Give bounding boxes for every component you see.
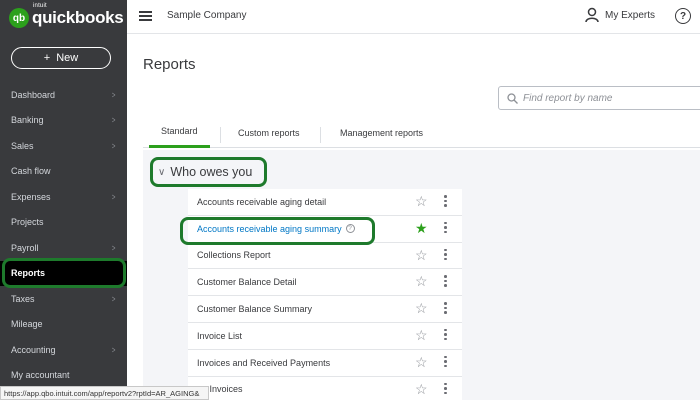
sidebar-item-mileage[interactable]: Mileage [0,312,127,338]
my-experts-button[interactable]: My Experts [585,7,655,23]
sidebar-item-accounting[interactable]: Accounting > [0,337,127,363]
search-icon [507,92,518,104]
tab-divider [220,127,221,143]
person-icon [585,7,599,23]
page-title: Reports [143,56,196,73]
sidebar-item-taxes[interactable]: Taxes > [0,286,127,312]
report-row[interactable]: Invoice List ☆ [188,323,462,350]
sidebar-item-projects[interactable]: Projects [0,210,127,236]
sidebar-item-label: Projects [11,217,44,228]
more-options-icon[interactable] [444,302,447,314]
report-tabs: Standard Custom reports Management repor… [143,117,700,148]
report-row[interactable]: Accounts receivable aging summary? ★ [188,216,462,243]
chevron-right-icon: > [111,191,116,202]
sidebar-item-my-accountant[interactable]: My accountant [0,363,127,389]
report-row[interactable]: Invoices and Received Payments ☆ [188,350,462,377]
chevron-right-icon: > [111,89,116,100]
sidebar-item-label: Sales [11,140,34,151]
sidebar-item-banking[interactable]: Banking > [0,108,127,134]
star-outline-icon[interactable]: ☆ [415,194,428,208]
sidebar-item-label: Taxes [11,293,35,304]
hamburger-menu-icon[interactable] [139,11,152,21]
tab-standard[interactable]: Standard [149,117,210,148]
report-link[interactable]: Accounts receivable aging detail [197,197,326,207]
report-link[interactable]: Customer Balance Summary [197,304,312,314]
sidebar-item-label: Cash flow [11,166,51,177]
star-outline-icon[interactable]: ☆ [415,248,428,262]
report-link[interactable]: Invoice List [197,331,242,341]
star-outline-icon[interactable]: ☆ [415,301,428,315]
report-row[interactable]: Customer Balance Detail ☆ [188,269,462,297]
report-row[interactable]: Accounts receivable aging detail ☆ [188,189,462,216]
help-icon[interactable]: ? [675,8,691,24]
my-experts-label: My Experts [605,9,656,21]
sidebar-item-expenses[interactable]: Expenses > [0,184,127,210]
chevron-right-icon: > [111,115,116,126]
report-link[interactable]: Collections Report [197,250,271,260]
sidebar-item-cash-flow[interactable]: Cash flow [0,159,127,185]
report-row[interactable]: en Invoices ☆ [188,377,462,400]
sidebar-item-label: Expenses [11,191,51,202]
report-list: Accounts receivable aging detail ☆ Account… [188,189,462,400]
star-outline-icon[interactable]: ☆ [415,328,428,342]
sidebar-item-sales[interactable]: Sales > [0,133,127,159]
quickbooks-logo[interactable]: qb intuit quickbooks [9,3,124,28]
section-title: Who owes you [170,165,253,179]
sidebar-nav: Dashboard > Banking > Sales > Cash flow Expense… [0,82,127,388]
report-row[interactable]: Collections Report ☆ [188,243,462,270]
status-url: https://app.qbo.intuit.com/app/reportv2?… [0,386,209,400]
sidebar-item-label: Payroll [11,242,39,253]
quickbooks-wordmark: quickbooks [32,8,124,27]
new-button[interactable]: + New [11,47,111,69]
intuit-wordmark: intuit [33,3,47,9]
report-link[interactable]: Accounts receivable aging summary [197,224,342,234]
qb-logo-icon: qb [9,8,29,28]
star-outline-icon[interactable]: ☆ [415,274,428,288]
chevron-right-icon: > [111,140,116,151]
star-outline-icon[interactable]: ☆ [415,355,428,369]
sidebar: qb intuit quickbooks + New Dashboard > Ban… [0,0,127,400]
more-options-icon[interactable] [444,328,447,341]
section-who-owes-you[interactable]: ∨ Who owes you [150,157,267,187]
info-icon[interactable]: ? [345,224,355,234]
company-name: Sample Company [167,10,247,21]
sidebar-item-label: Dashboard [11,89,56,100]
chevron-down-icon: ∨ [158,166,166,178]
more-options-icon[interactable] [444,248,447,261]
find-report-search[interactable]: Find report by name [498,86,700,110]
plus-icon: + [43,52,51,64]
sidebar-item-label: Mileage [11,319,43,330]
report-row[interactable]: Customer Balance Summary ☆ [188,296,462,323]
more-options-icon[interactable] [444,221,447,234]
top-bar: Sample Company My Experts ? [127,0,700,34]
tab-management-reports[interactable]: Management reports [328,117,435,148]
sidebar-item-label: Banking [11,115,44,126]
more-options-icon[interactable] [444,382,447,395]
sidebar-item-payroll[interactable]: Payroll > [0,235,127,261]
chevron-right-icon: > [111,344,116,355]
more-options-icon[interactable] [444,195,447,207]
report-link[interactable]: Invoices and Received Payments [197,358,330,368]
star-filled-icon[interactable]: ★ [415,221,428,235]
star-outline-icon[interactable]: ☆ [415,382,428,396]
new-button-label: New [56,52,79,64]
search-placeholder: Find report by name [523,92,613,104]
report-link[interactable]: Customer Balance Detail [197,277,297,287]
chevron-right-icon: > [111,293,116,304]
chevron-right-icon: > [111,242,116,253]
tab-divider [320,127,321,143]
sidebar-item-dashboard[interactable]: Dashboard > [0,82,127,108]
sidebar-item-label: Accounting [11,344,56,355]
more-options-icon[interactable] [444,355,447,368]
more-options-icon[interactable] [444,275,447,287]
sidebar-item-label: My accountant [11,370,70,381]
reports-highlight [2,258,126,288]
tab-custom-reports[interactable]: Custom reports [226,117,312,148]
